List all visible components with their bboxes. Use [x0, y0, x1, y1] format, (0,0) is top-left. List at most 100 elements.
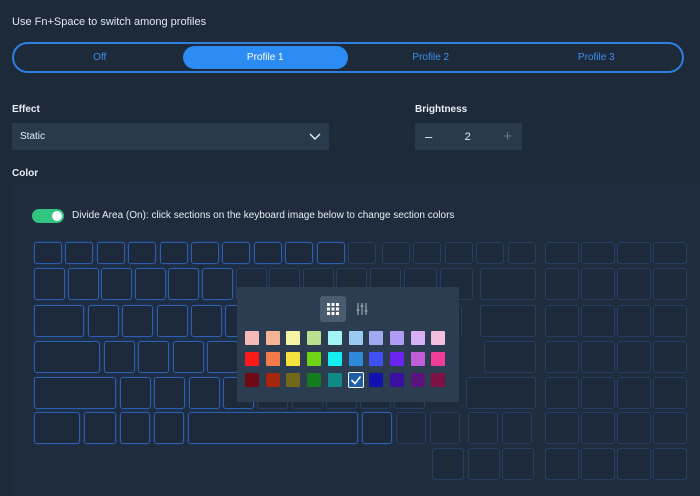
keyboard-key[interactable]	[396, 412, 426, 444]
keyboard-key[interactable]	[653, 341, 687, 373]
color-swatch[interactable]	[389, 373, 404, 387]
color-swatch[interactable]	[431, 373, 446, 387]
keyboard-key[interactable]	[65, 242, 94, 264]
keyboard-key[interactable]	[138, 341, 170, 373]
keyboard-key[interactable]	[480, 305, 536, 337]
keyboard-key[interactable]	[653, 412, 687, 444]
color-swatch[interactable]	[265, 331, 280, 345]
keyboard-key[interactable]	[653, 377, 687, 409]
color-swatch[interactable]	[265, 352, 280, 366]
color-swatch[interactable]	[369, 373, 384, 387]
tab-off[interactable]: Off	[17, 46, 183, 69]
color-swatch[interactable]	[348, 331, 363, 345]
keyboard-key[interactable]	[502, 448, 534, 480]
keyboard-key[interactable]	[84, 412, 116, 444]
keyboard-key[interactable]	[122, 305, 154, 337]
sliders-icon[interactable]	[349, 296, 375, 322]
color-swatch[interactable]	[286, 331, 301, 345]
color-swatch[interactable]	[327, 331, 342, 345]
keyboard-key[interactable]	[476, 242, 505, 264]
keyboard-key[interactable]	[285, 242, 314, 264]
keyboard-key[interactable]	[188, 377, 220, 409]
keyboard-key[interactable]	[34, 305, 84, 337]
keyboard-key[interactable]	[581, 412, 615, 444]
color-swatch[interactable]	[348, 352, 363, 366]
color-swatch[interactable]	[431, 352, 446, 366]
keyboard-key[interactable]	[484, 341, 536, 373]
color-swatch[interactable]	[369, 331, 384, 345]
keyboard-key[interactable]	[480, 268, 536, 300]
keyboard-key[interactable]	[653, 305, 687, 337]
keyboard-key[interactable]	[468, 412, 498, 444]
keyboard-key[interactable]	[617, 242, 651, 264]
keyboard-key[interactable]	[154, 412, 184, 444]
keyboard-key[interactable]	[545, 341, 579, 373]
keyboard-key[interactable]	[222, 242, 251, 264]
keyboard-key[interactable]	[172, 341, 204, 373]
keyboard-key[interactable]	[466, 377, 536, 409]
color-swatch[interactable]	[245, 352, 259, 366]
keyboard-key[interactable]	[188, 412, 358, 444]
keyboard-key[interactable]	[581, 268, 615, 300]
keyboard-key[interactable]	[159, 242, 188, 264]
color-swatch[interactable]	[431, 331, 446, 345]
keyboard-key[interactable]	[382, 242, 410, 264]
keyboard-key[interactable]	[34, 341, 100, 373]
keyboard-key[interactable]	[206, 341, 238, 373]
color-swatch[interactable]	[410, 352, 425, 366]
color-swatch[interactable]	[307, 352, 322, 366]
keyboard-key[interactable]	[413, 242, 442, 264]
keyboard-key[interactable]	[34, 412, 80, 444]
keyboard-key[interactable]	[545, 412, 579, 444]
keyboard-key[interactable]	[581, 341, 615, 373]
keyboard-key[interactable]	[617, 305, 651, 337]
keyboard-key[interactable]	[545, 242, 579, 264]
keyboard-key[interactable]	[617, 448, 651, 480]
keyboard-key[interactable]	[432, 448, 464, 480]
tab-profile-2[interactable]: Profile 2	[348, 46, 514, 69]
keyboard-key[interactable]	[430, 412, 460, 444]
color-swatch[interactable]	[286, 352, 301, 366]
brightness-decrease-button[interactable]: –	[425, 129, 432, 144]
keyboard-key[interactable]	[545, 305, 579, 337]
keyboard-key[interactable]	[581, 448, 615, 480]
color-swatch[interactable]	[327, 352, 342, 366]
color-swatch[interactable]	[410, 373, 425, 387]
keyboard-key[interactable]	[362, 412, 392, 444]
keyboard-key[interactable]	[617, 412, 651, 444]
divide-area-toggle[interactable]	[32, 209, 64, 223]
keyboard-key[interactable]	[581, 377, 615, 409]
keyboard-key[interactable]	[545, 377, 579, 409]
keyboard-key[interactable]	[444, 242, 473, 264]
color-swatch[interactable]	[327, 373, 342, 387]
keyboard-key[interactable]	[581, 305, 615, 337]
keyboard-key[interactable]	[617, 341, 651, 373]
color-swatch[interactable]	[286, 373, 301, 387]
keyboard-key[interactable]	[134, 268, 166, 300]
color-swatch[interactable]	[347, 372, 364, 388]
keyboard-key[interactable]	[190, 305, 222, 337]
keyboard-key[interactable]	[101, 268, 133, 300]
keyboard-key[interactable]	[120, 377, 151, 409]
keyboard-key[interactable]	[34, 377, 116, 409]
keyboard-key[interactable]	[617, 377, 651, 409]
keyboard-key[interactable]	[545, 268, 579, 300]
keyboard-key[interactable]	[156, 305, 188, 337]
keyboard-key[interactable]	[191, 242, 219, 264]
keyboard-key[interactable]	[96, 242, 125, 264]
color-swatch[interactable]	[389, 331, 404, 345]
color-swatch[interactable]	[389, 352, 404, 366]
keyboard-key[interactable]	[545, 448, 579, 480]
swatch-grid-icon[interactable]	[320, 296, 346, 322]
color-swatch[interactable]	[245, 331, 259, 345]
color-swatch[interactable]	[245, 373, 259, 387]
color-swatch[interactable]	[265, 373, 280, 387]
keyboard-key[interactable]	[154, 377, 186, 409]
keyboard-key[interactable]	[507, 242, 536, 264]
keyboard-key[interactable]	[128, 242, 157, 264]
color-swatch[interactable]	[410, 331, 425, 345]
keyboard-key[interactable]	[202, 268, 233, 300]
color-swatch[interactable]	[369, 352, 384, 366]
color-swatch[interactable]	[307, 331, 322, 345]
keyboard-key[interactable]	[88, 305, 119, 337]
